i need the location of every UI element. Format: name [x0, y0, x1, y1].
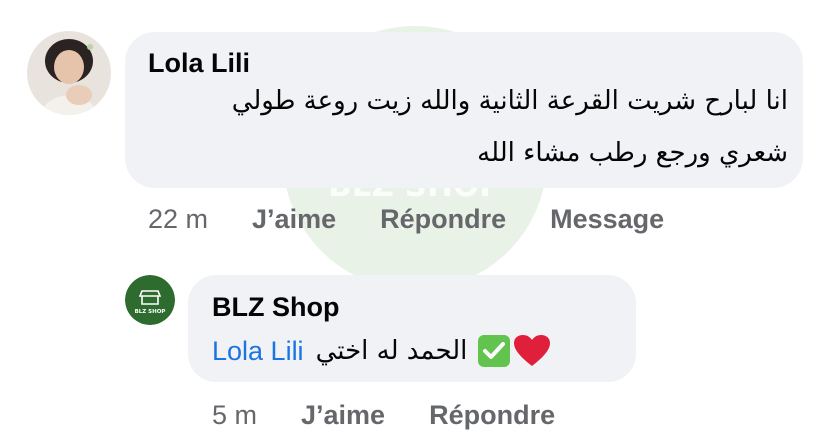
red-heart-icon [514, 335, 551, 366]
like-button[interactable]: J’aime [301, 400, 385, 431]
comment-timestamp[interactable]: 22 m [148, 204, 208, 235]
like-button[interactable]: J’aime [252, 204, 336, 235]
reply-actions: 5 m J’aime Répondre [212, 400, 555, 431]
comment-author[interactable]: Lola Lili [148, 48, 250, 79]
message-button[interactable]: Message [550, 204, 664, 235]
logo-brand: BLZ SHOP [135, 309, 166, 315]
comment-text-line-1: انا لبارح شريت القرعة الثانية والله زيت … [231, 86, 788, 116]
check-mark-button-icon [478, 335, 511, 367]
reply-text-row: Lola Lili الحمد له اختي [212, 332, 551, 370]
comment-text-line-2: شعري ورجع رطب مشاء الله [477, 138, 788, 168]
comment-actions: 22 m J’aime Répondre Message [148, 204, 664, 235]
shop-logo-icon: BLZ SHOP [125, 275, 175, 325]
avatar[interactable]: BLZ SHOP [125, 275, 175, 325]
reply-author[interactable]: BLZ Shop [212, 292, 339, 323]
mention-link[interactable]: Lola Lili [212, 336, 304, 367]
reply-button[interactable]: Répondre [380, 204, 506, 235]
reply-text: الحمد له اختي [315, 336, 468, 366]
reply-button[interactable]: Répondre [429, 400, 555, 431]
reply-timestamp[interactable]: 5 m [212, 400, 257, 431]
avatar[interactable] [27, 31, 111, 115]
profile-photo-icon [27, 31, 111, 115]
